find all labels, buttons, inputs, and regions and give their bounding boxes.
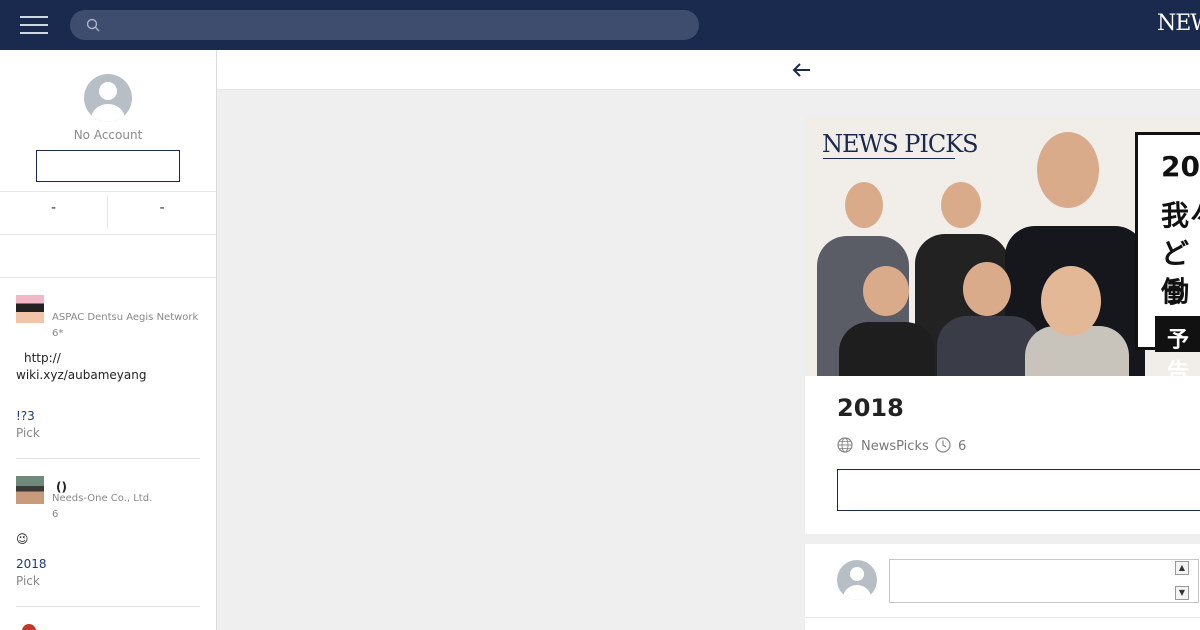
user-avatar[interactable] <box>84 74 132 122</box>
article-card: NEWS PICKS 20 我々 どう 働く <box>805 116 1200 534</box>
comment-link[interactable]: wiki.xyz/aubameyang <box>16 367 146 384</box>
search-icon <box>86 18 100 32</box>
comment-line: 😉 <box>16 532 29 546</box>
stat-following[interactable]: - <box>0 196 108 228</box>
account-label: No Account <box>73 128 143 142</box>
scroll-down-icon[interactable]: ▼ <box>1175 586 1189 600</box>
back-arrow-icon[interactable] <box>791 60 813 80</box>
stat-followers[interactable]: - <box>108 196 216 238</box>
hero-panel-line: 我々 <box>1161 199 1200 232</box>
article-time-count: 6 <box>958 439 967 454</box>
feed-item[interactable]: ASPAC Dentsu Aegis Network 6* http:// wi… <box>16 295 200 459</box>
pick-label: Pick <box>16 426 40 440</box>
comment-input[interactable] <box>889 559 1199 603</box>
user-organization: ASPAC Dentsu Aegis Network <box>52 312 199 323</box>
user-photo[interactable] <box>16 295 44 323</box>
user-name[interactable]: () <box>56 480 67 494</box>
article-title-link[interactable]: !?3 <box>16 409 35 423</box>
feed-item[interactable]: () Needs-One Co., Ltd. 6 😉 2018 Pick <box>16 476 200 607</box>
article-title[interactable]: 2018 <box>837 394 904 422</box>
pick-button[interactable] <box>837 469 1200 511</box>
left-sidebar: No Account - - ASPAC Dentsu Aegis Networ… <box>0 50 217 630</box>
feed-divider <box>16 606 200 607</box>
hero-panel-badge-text: 予告 <box>1167 328 1190 376</box>
hero-logo: NEWS PICKS <box>822 130 979 158</box>
post-age: 6* <box>52 328 64 339</box>
hero-panel-line: 20 <box>1161 150 1200 183</box>
top-navigation-bar: NEWS <box>0 0 1200 50</box>
clock-icon <box>935 437 951 453</box>
feed-divider <box>16 458 200 459</box>
post-age: 6 <box>52 509 59 520</box>
hamburger-icon[interactable] <box>20 14 48 36</box>
sub-header <box>217 50 1200 90</box>
search-input[interactable] <box>108 10 688 40</box>
hero-logo-underline <box>823 158 955 159</box>
comment-divider <box>805 617 1200 618</box>
user-photo[interactable] <box>16 476 44 504</box>
scroll-up-icon[interactable]: ▲ <box>1175 561 1189 575</box>
article-title-link[interactable]: 2018 <box>16 557 47 571</box>
search-bar[interactable] <box>70 10 699 40</box>
comment-line: http:// <box>24 351 61 365</box>
sidebar-section-header <box>0 235 216 278</box>
pick-label: Pick <box>16 574 40 588</box>
article-hero-image[interactable]: NEWS PICKS 20 我々 どう 働く <box>805 116 1200 376</box>
account-button[interactable] <box>36 150 180 182</box>
globe-icon <box>837 437 853 453</box>
user-organization: Needs-One Co., Ltd. <box>52 493 153 504</box>
user-photo[interactable] <box>22 624 36 630</box>
comment-form: ▲ ▼ <box>805 544 1200 630</box>
brand-logo[interactable]: NEWS <box>1157 11 1200 36</box>
user-avatar <box>837 560 877 600</box>
article-source[interactable]: NewsPicks <box>861 439 929 454</box>
account-stats: - - <box>0 191 216 235</box>
